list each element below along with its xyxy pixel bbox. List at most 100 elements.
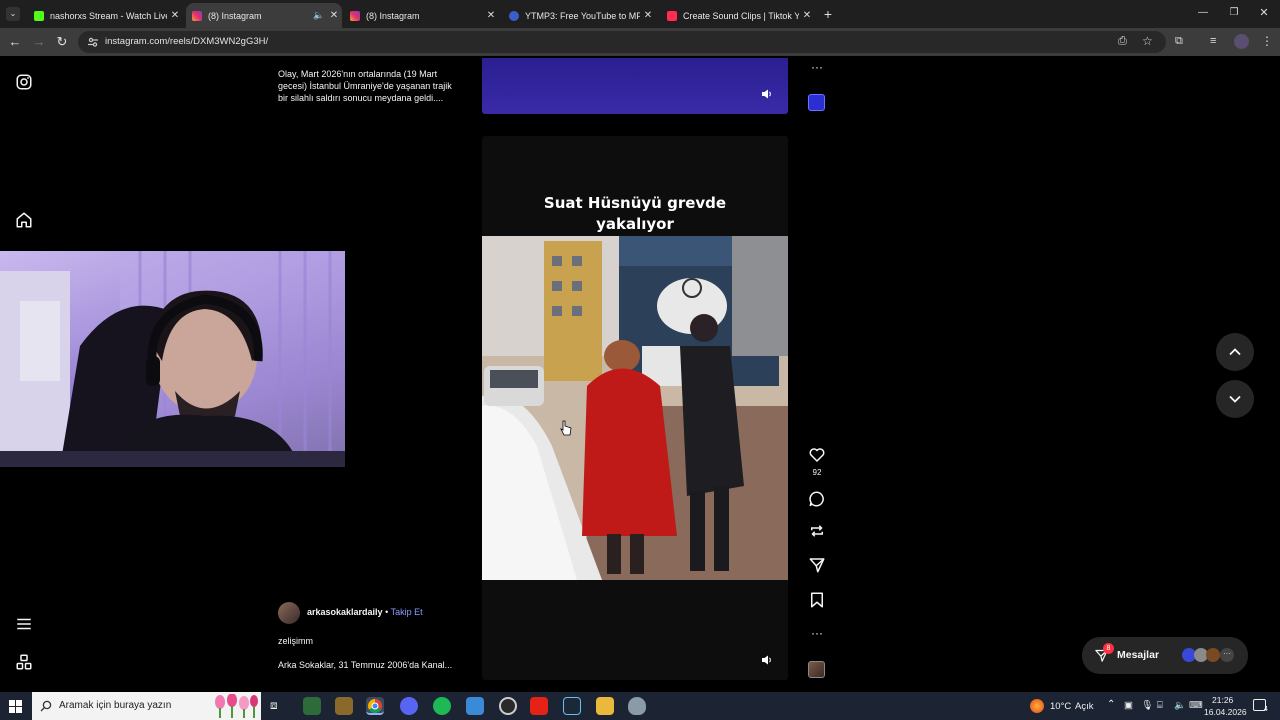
volume-icon[interactable] bbox=[761, 654, 773, 666]
sound-clips-favicon-icon bbox=[667, 10, 677, 21]
search-placeholder: Aramak için buraya yazın bbox=[59, 700, 172, 711]
instagram-logo-icon[interactable] bbox=[15, 73, 33, 91]
mouse-cursor-icon bbox=[560, 420, 572, 436]
browser-tab-strip: ⌄ nashorxs Stream - Watch Live o ✕ (8) I… bbox=[0, 0, 1280, 28]
menu-hamburger-icon[interactable] bbox=[15, 615, 33, 633]
close-window-button[interactable]: ✕ bbox=[1257, 6, 1271, 20]
close-tab-icon[interactable]: ✕ bbox=[167, 10, 183, 21]
more-options-icon[interactable]: ··· bbox=[808, 624, 826, 642]
browser-toolbar: ← → ↻ instagram.com/reels/DXM3WN2gG3H/ ⎙… bbox=[0, 28, 1280, 56]
reload-icon[interactable]: ↻ bbox=[54, 34, 70, 50]
audio-name[interactable]: zelişimm bbox=[278, 635, 313, 647]
youtube-app-icon[interactable] bbox=[530, 697, 548, 715]
tab-sound-clips[interactable]: Create Sound Clips | Tiktok You ✕ bbox=[661, 3, 815, 28]
audio-thumbnail[interactable] bbox=[808, 661, 825, 678]
previous-more-options-icon[interactable]: ··· bbox=[808, 58, 826, 76]
home-icon[interactable] bbox=[15, 211, 33, 229]
separator-dot: • bbox=[385, 607, 389, 617]
ytmp3-favicon-icon bbox=[509, 10, 519, 21]
like-count: 92 bbox=[812, 468, 822, 477]
network-icon[interactable]: ⌸ bbox=[1157, 700, 1163, 711]
tab-title: Create Sound Clips | Tiktok You bbox=[683, 10, 799, 21]
new-tab-button[interactable]: + bbox=[820, 6, 836, 22]
volume-icon[interactable] bbox=[761, 88, 773, 100]
chrome-app-icon[interactable] bbox=[366, 697, 384, 715]
forward-arrow-icon[interactable]: → bbox=[31, 34, 47, 50]
folder-app-icon[interactable] bbox=[596, 697, 614, 715]
browser-menu-icon[interactable]: ⋮ bbox=[1261, 34, 1273, 48]
conversation-avatar bbox=[1206, 648, 1220, 662]
tab-kick-stream[interactable]: nashorxs Stream - Watch Live o ✕ bbox=[28, 3, 183, 28]
instagram-page: Olay, Mart 2026'nın ortalarında (19 Mart… bbox=[0, 56, 1280, 692]
tray-overflow-chevron-icon[interactable]: ⌃ bbox=[1107, 699, 1115, 710]
extensions-puzzle-icon[interactable]: ⧉ bbox=[1175, 35, 1183, 48]
microphone-icon[interactable]: 🎙 bbox=[1141, 700, 1153, 711]
site-info-icon[interactable] bbox=[87, 36, 99, 48]
author-avatar[interactable] bbox=[278, 602, 300, 624]
tab-title: YTMP3: Free YouTube to MP3 C bbox=[525, 10, 640, 21]
clock-time[interactable]: 21:26 bbox=[1212, 695, 1233, 705]
profile-avatar[interactable] bbox=[1234, 34, 1249, 49]
obs-app-icon[interactable] bbox=[499, 697, 517, 715]
tab-title: (8) Instagram bbox=[208, 10, 262, 21]
media-controls-icon[interactable]: ≡ bbox=[1210, 35, 1216, 47]
comment-icon[interactable] bbox=[808, 490, 826, 508]
close-tab-icon[interactable]: ✕ bbox=[483, 10, 499, 21]
repost-icon[interactable] bbox=[808, 522, 826, 540]
share-send-icon[interactable] bbox=[808, 556, 826, 574]
speaker-icon[interactable]: 🔈 bbox=[312, 10, 326, 21]
save-bookmark-icon[interactable] bbox=[808, 591, 826, 609]
restore-button[interactable]: ❐ bbox=[1227, 7, 1241, 21]
previous-audio-thumbnail[interactable] bbox=[808, 94, 825, 111]
follow-link[interactable]: Takip Et bbox=[391, 607, 423, 617]
more-apps-icon[interactable] bbox=[15, 653, 33, 671]
current-reel-video[interactable]: Suat Hüsnüyü grevde yakalıyor bbox=[482, 136, 788, 680]
install-app-icon[interactable]: ⎙ bbox=[1118, 35, 1127, 48]
vpn-shield-app-icon[interactable] bbox=[628, 697, 646, 715]
close-tab-icon[interactable]: ✕ bbox=[326, 10, 342, 21]
task-view-icon[interactable]: ⧈ bbox=[270, 698, 278, 713]
minecraft-app-icon[interactable] bbox=[335, 697, 353, 715]
address-bar[interactable]: instagram.com/reels/DXM3WN2gG3H/ ⎙ ☆ bbox=[78, 31, 1166, 53]
kick-favicon-icon bbox=[34, 10, 44, 21]
network-tool-app-icon[interactable] bbox=[466, 697, 484, 715]
clock-date[interactable]: 16.04.2026 bbox=[1204, 707, 1247, 717]
webcam-overlay bbox=[0, 251, 345, 467]
file-explorer-app-icon[interactable] bbox=[303, 697, 321, 715]
tab-instagram[interactable]: (8) Instagram ✕ bbox=[344, 3, 499, 28]
tab-ytmp3[interactable]: YTMP3: Free YouTube to MP3 C ✕ bbox=[503, 3, 656, 28]
speaker-volume-icon[interactable]: 🔈 bbox=[1174, 700, 1186, 711]
windows-start-icon[interactable] bbox=[9, 700, 22, 713]
tab-search-chevron-icon[interactable]: ⌄ bbox=[6, 7, 20, 21]
tab-title: (8) Instagram bbox=[366, 10, 420, 21]
keyboard-icon[interactable]: ⌨ bbox=[1189, 700, 1203, 711]
reel-video-frame bbox=[482, 236, 788, 580]
weather-icon[interactable] bbox=[1030, 699, 1044, 713]
messages-label: Mesajlar bbox=[1117, 649, 1160, 661]
messages-button[interactable]: 8 Mesajlar ··· bbox=[1082, 637, 1248, 674]
close-tab-icon[interactable]: ✕ bbox=[799, 10, 815, 21]
back-arrow-icon[interactable]: ← bbox=[7, 34, 23, 50]
chevron-down-icon bbox=[1229, 395, 1241, 403]
author-username[interactable]: arkasokaklardaily bbox=[307, 607, 383, 617]
tray-app-icon[interactable]: ▣ bbox=[1124, 700, 1133, 711]
next-reel-button[interactable] bbox=[1216, 380, 1254, 418]
weather-temperature[interactable]: 10°C bbox=[1050, 701, 1071, 712]
minimize-button[interactable]: — bbox=[1196, 7, 1210, 21]
webcam-feed bbox=[0, 251, 345, 467]
reel-caption[interactable]: Arka Sokaklar, 31 Temmuz 2006'da Kanal..… bbox=[278, 659, 468, 671]
url-text: instagram.com/reels/DXM3WN2gG3H/ bbox=[105, 36, 269, 47]
close-tab-icon[interactable]: ✕ bbox=[640, 10, 656, 21]
taskbar-search-box[interactable]: Aramak için buraya yazın bbox=[32, 692, 261, 720]
bookmark-star-icon[interactable]: ☆ bbox=[1142, 34, 1153, 48]
spotify-app-icon[interactable] bbox=[433, 697, 451, 715]
weather-description[interactable]: Açık bbox=[1075, 701, 1093, 712]
steam-app-icon[interactable] bbox=[563, 697, 581, 715]
like-heart-icon[interactable] bbox=[808, 446, 826, 464]
previous-reel-video[interactable] bbox=[482, 58, 788, 114]
messages-badge: 8 bbox=[1103, 643, 1114, 654]
previous-reel-button[interactable] bbox=[1216, 333, 1254, 371]
previous-reel-caption: Olay, Mart 2026'nın ortalarında (19 Mart… bbox=[278, 69, 452, 103]
tab-instagram-active[interactable]: (8) Instagram 🔈 ✕ bbox=[186, 3, 342, 28]
discord-app-icon[interactable] bbox=[400, 697, 418, 715]
